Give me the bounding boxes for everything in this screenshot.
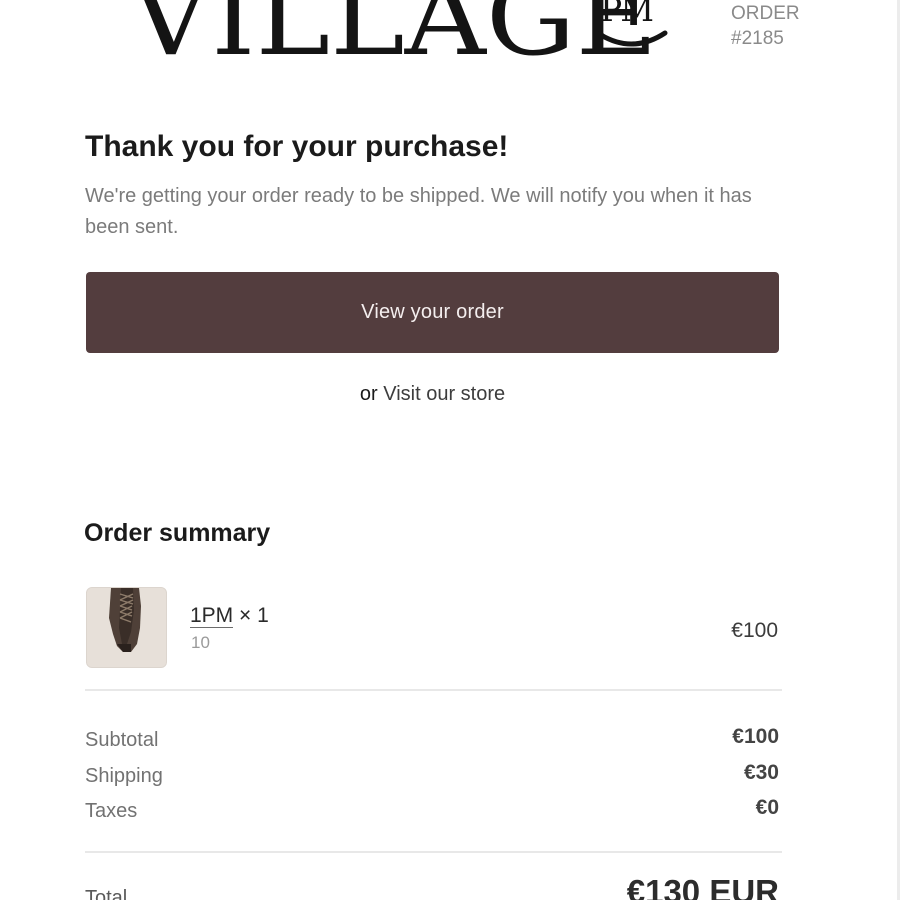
- order-confirmation-email: VILLAGE PM ORDER #2185 Thank you for you…: [0, 0, 900, 900]
- product-name[interactable]: 1PM × 1: [190, 603, 269, 629]
- shipping-value: €30: [743, 761, 779, 784]
- order-number-value: #2185: [731, 28, 784, 49]
- boot-image: [87, 588, 166, 667]
- confirmation-message: We're getting your order ready to be shi…: [85, 185, 752, 238]
- page-title: Thank you for your purchase!: [85, 130, 509, 163]
- product-name-text: 1PM: [190, 604, 234, 628]
- subtotal-value: €100: [732, 725, 779, 748]
- smile-icon: [598, 30, 668, 47]
- visit-store-line: or Visit our store: [0, 380, 865, 408]
- visit-store-link[interactable]: Visit our store: [383, 383, 505, 405]
- totals-divider: [85, 851, 782, 853]
- product-price: €100: [731, 619, 778, 642]
- subtotal-label: Subtotal: [85, 729, 159, 751]
- or-text: or: [359, 383, 378, 405]
- shipping-label: Shipping: [85, 765, 163, 787]
- total-value: €130 EUR: [626, 873, 779, 900]
- product-quantity: × 1: [239, 604, 269, 627]
- total-label: Total: [85, 887, 128, 900]
- taxes-label: Taxes: [85, 800, 138, 822]
- product-thumbnail[interactable]: [86, 587, 167, 668]
- product-variant: 10: [191, 633, 210, 652]
- subtotal-row: Subtotal €100: [85, 725, 779, 755]
- view-order-button[interactable]: View your order: [86, 272, 779, 353]
- view-order-label: View your order: [361, 301, 504, 323]
- brand-pm-mark: PM: [600, 0, 654, 29]
- order-summary-title: Order summary: [84, 519, 271, 547]
- taxes-value: €0: [755, 796, 779, 819]
- order-label: ORDER: [731, 3, 800, 24]
- brand-wordmark: VILLAGE: [130, 0, 658, 79]
- taxes-row: Taxes €0: [85, 796, 779, 826]
- shipping-row: Shipping €30: [85, 761, 779, 791]
- summary-divider: [85, 689, 782, 691]
- order-number: ORDER #2185: [731, 1, 800, 51]
